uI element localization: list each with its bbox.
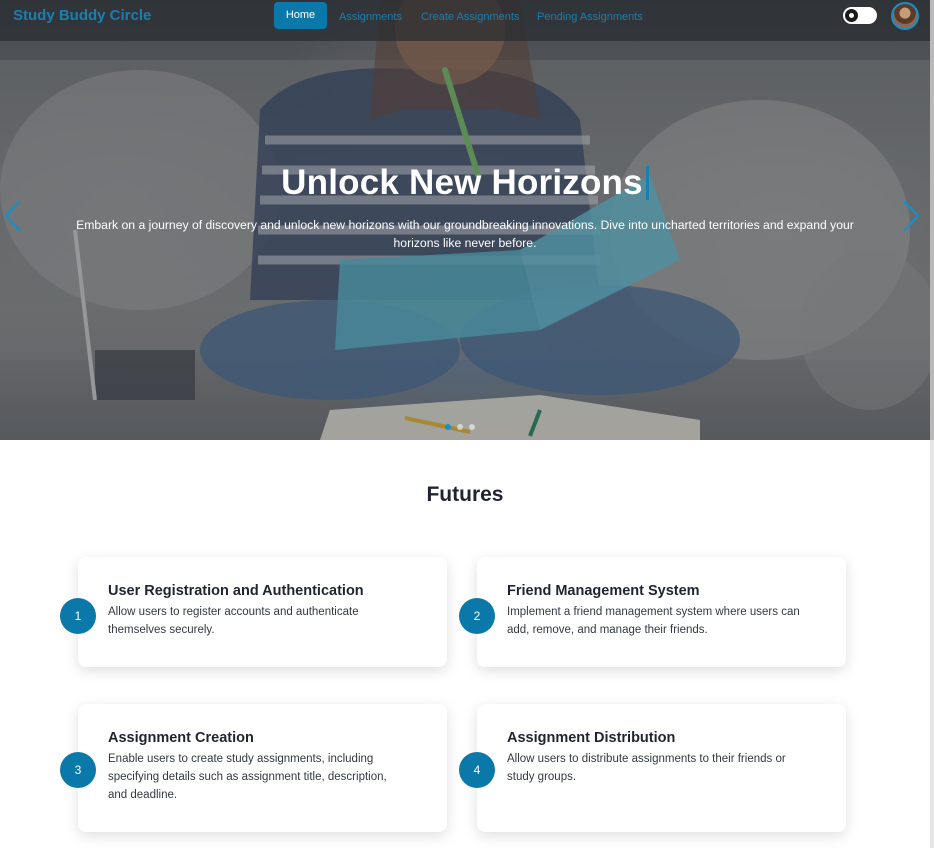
feature-title: Assignment Creation bbox=[108, 730, 254, 746]
hero-carousel: Unlock New Horizons Embark on a journey … bbox=[0, 0, 930, 440]
nav-link-home[interactable]: Home bbox=[274, 2, 327, 29]
feature-description: Enable users to create study assignments… bbox=[108, 753, 387, 801]
hero-title: Unlock New Horizons bbox=[0, 163, 930, 203]
nav-link-create-assignments[interactable]: Create Assignments bbox=[421, 9, 519, 25]
toggle-icon bbox=[845, 9, 858, 22]
feature-description: Implement a friend management system whe… bbox=[507, 606, 800, 636]
navbar: Study Buddy Circle Home Assignments Crea… bbox=[0, 0, 930, 41]
feature-title: Assignment Distribution bbox=[507, 730, 676, 746]
feature-number-badge: 4 bbox=[459, 752, 495, 788]
feature-card-1: User Registration and Authentication All… bbox=[78, 557, 447, 667]
carousel-dot-1[interactable] bbox=[445, 424, 451, 430]
feature-card-4: Assignment Distribution Allow users to d… bbox=[477, 704, 846, 832]
feature-number-badge: 2 bbox=[459, 598, 495, 634]
feature-description: Allow users to distribute assignments to… bbox=[507, 753, 786, 783]
user-avatar[interactable] bbox=[891, 2, 919, 30]
hero-title-text: Unlock New Horizons bbox=[281, 163, 643, 202]
carousel-dot-3[interactable] bbox=[469, 424, 475, 430]
brand-logo[interactable]: Study Buddy Circle bbox=[13, 7, 151, 24]
nav-link-assignments[interactable]: Assignments bbox=[339, 9, 402, 25]
feature-title: Friend Management System bbox=[507, 583, 700, 599]
carousel-dot-2[interactable] bbox=[457, 424, 463, 430]
feature-number-badge: 1 bbox=[60, 598, 96, 634]
page-scrollbar-thumb[interactable] bbox=[930, 0, 934, 440]
feature-title: User Registration and Authentication bbox=[108, 583, 364, 599]
chevron-right-icon[interactable] bbox=[900, 198, 922, 234]
feature-number-badge: 3 bbox=[60, 752, 96, 788]
hero-description: Embark on a journey of discovery and unl… bbox=[76, 218, 854, 250]
theme-toggle[interactable] bbox=[843, 7, 877, 24]
feature-card-3: Assignment Creation Enable users to crea… bbox=[78, 704, 447, 832]
chevron-left-icon[interactable] bbox=[2, 198, 24, 234]
features-title: Futures bbox=[426, 483, 504, 506]
nav-link-pending-assignments[interactable]: Pending Assignments bbox=[537, 9, 643, 25]
typing-caret bbox=[645, 166, 649, 200]
feature-description: Allow users to register accounts and aut… bbox=[108, 606, 359, 636]
feature-card-2: Friend Management System Implement a fri… bbox=[477, 557, 846, 667]
